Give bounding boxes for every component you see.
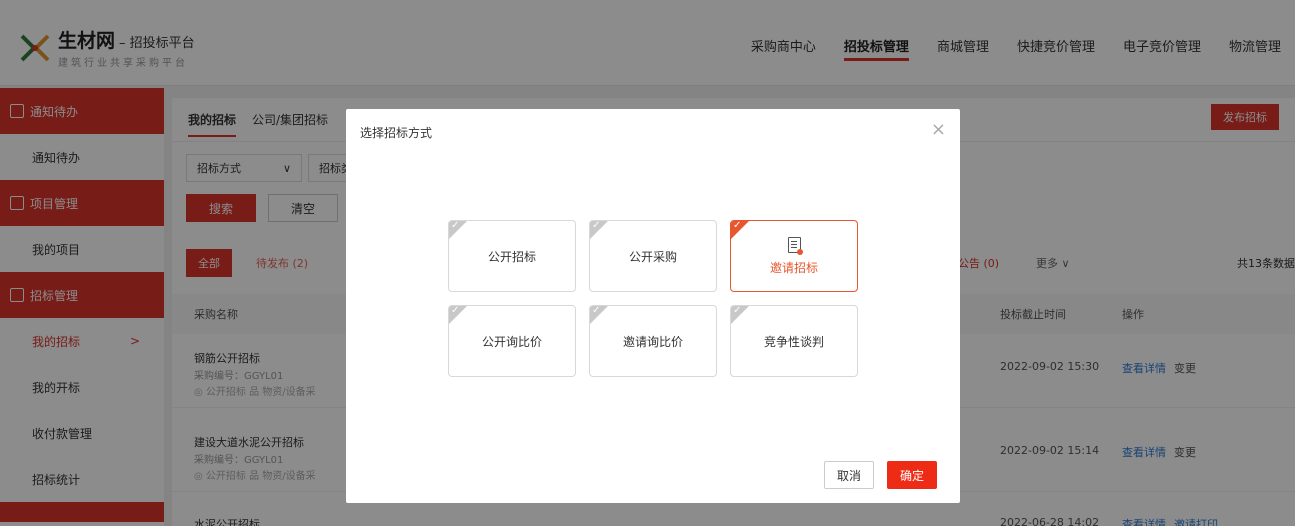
- check-icon: ✓: [451, 305, 460, 316]
- option-label: 公开招标: [487, 249, 536, 264]
- check-icon: ✓: [592, 220, 601, 231]
- document-icon: [787, 236, 803, 255]
- cancel-button[interactable]: 取消: [824, 461, 874, 489]
- confirm-button[interactable]: 确定: [887, 461, 937, 489]
- check-icon: ✓: [733, 305, 742, 316]
- option-label: 邀请询比价: [622, 334, 683, 349]
- option-competitive-negotiation[interactable]: ✓ 竞争性谈判: [730, 305, 858, 377]
- option-public-purchase[interactable]: ✓ 公开采购: [589, 220, 717, 292]
- check-icon: ✓: [451, 220, 460, 231]
- check-icon: ✓: [733, 220, 742, 231]
- tender-method-dialog: 选择招标方式 × ✓ 公开招标 ✓ 公开采购 ✓ 邀请招标 ✓ 公开询比价 ✓ …: [346, 109, 960, 503]
- option-invited-tender[interactable]: ✓ 邀请招标: [730, 220, 858, 292]
- dialog-title: 选择招标方式: [360, 126, 433, 140]
- check-icon: ✓: [592, 305, 601, 316]
- option-label: 公开采购: [628, 249, 677, 264]
- option-label: 邀请招标: [769, 260, 818, 275]
- option-public-tender[interactable]: ✓ 公开招标: [448, 220, 576, 292]
- option-invited-price-compare[interactable]: ✓ 邀请询比价: [589, 305, 717, 377]
- close-icon[interactable]: ×: [931, 119, 946, 140]
- option-public-price-compare[interactable]: ✓ 公开询比价: [448, 305, 576, 377]
- option-label: 竞争性谈判: [763, 334, 824, 349]
- option-label: 公开询比价: [481, 334, 542, 349]
